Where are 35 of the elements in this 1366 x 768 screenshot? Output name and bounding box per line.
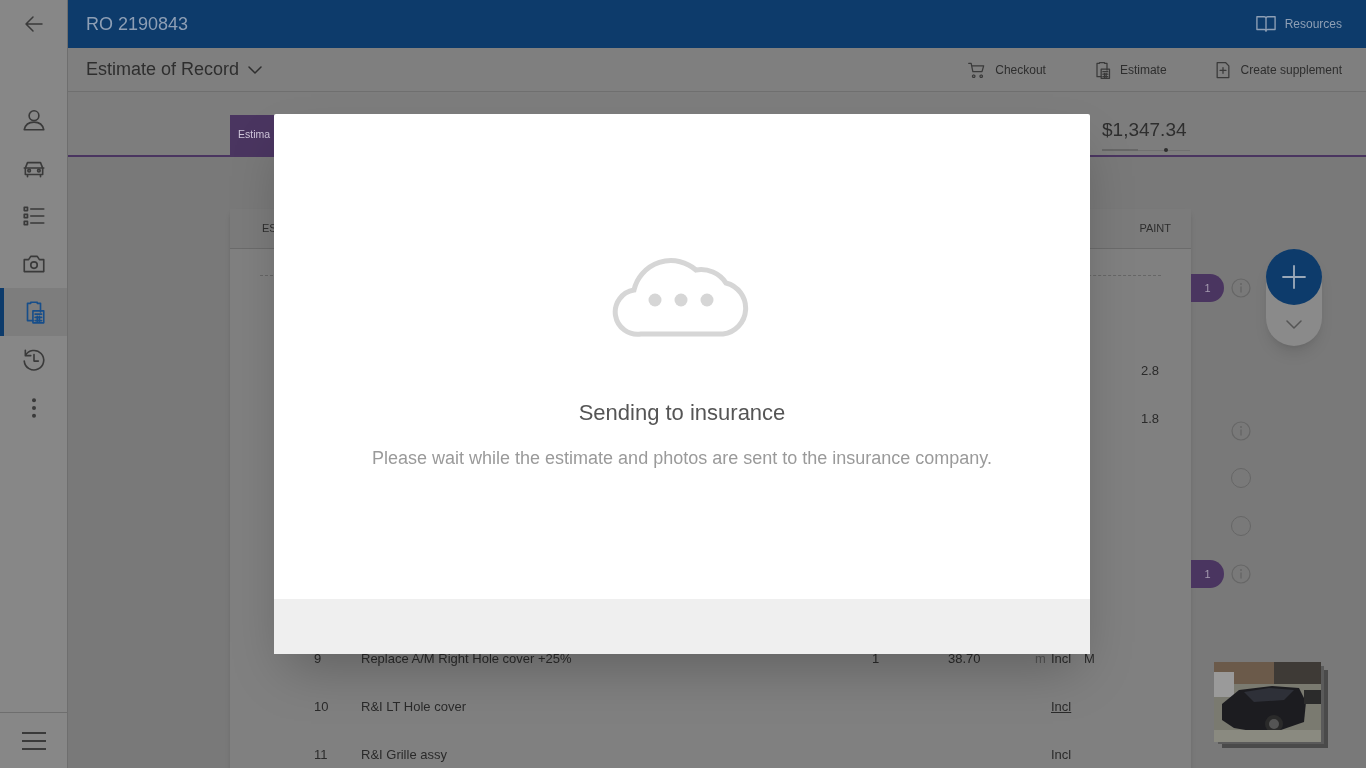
table-cell-text: R&I Grille assy xyxy=(361,746,447,765)
menu-icon[interactable] xyxy=(20,729,47,752)
person-icon xyxy=(20,107,47,133)
line-number: 9 xyxy=(314,650,322,669)
book-icon xyxy=(1254,14,1277,34)
table-cell-text: Incl xyxy=(1051,746,1072,765)
table-cell-text: R&I LT Hole cover xyxy=(361,698,466,717)
count-badge: 1 xyxy=(1191,560,1224,588)
table-cell-text: Incl xyxy=(1051,650,1072,669)
more-icon xyxy=(31,398,36,418)
table-cell-text: 1 xyxy=(872,650,880,669)
dialog-message: Please wait while the estimate and photos are sent to the insurance company. xyxy=(372,447,992,470)
table-cell-text: 1.8 xyxy=(1140,410,1159,429)
total-amount: $1,347.34 xyxy=(1102,117,1187,142)
toolbar-button[interactable]: Create supplement xyxy=(1212,59,1342,80)
column-header: PAINT xyxy=(1139,221,1171,237)
dialog-title: Sending to insurance xyxy=(578,399,786,427)
chevron-down-icon[interactable] xyxy=(1286,319,1302,331)
view-dropdown[interactable]: Estimate of Record xyxy=(86,56,264,83)
table-cell-text: M xyxy=(1084,650,1095,669)
table-cell-text: 38.70 xyxy=(948,650,981,669)
line-number: 10 xyxy=(314,698,329,717)
toolbar-button[interactable]: Estimate xyxy=(1091,59,1167,80)
page-title: RO 2190843 xyxy=(86,12,189,36)
line-number: 11 xyxy=(314,746,328,765)
count-badge: 1 xyxy=(1191,274,1224,302)
toolbar-button[interactable]: Checkout xyxy=(967,59,1046,80)
plus-icon xyxy=(1280,263,1308,291)
summary-tab[interactable]: Estima xyxy=(230,115,274,155)
add-button[interactable] xyxy=(1266,249,1322,305)
table-cell-text: Replace A/M Right Hole cover +25% xyxy=(361,650,572,669)
sidebar-item[interactable] xyxy=(0,288,67,336)
table-cell-text: 2.8 xyxy=(1140,362,1159,381)
resources-button[interactable]: Resources xyxy=(1254,14,1348,34)
labor-link[interactable]: Incl xyxy=(1051,697,1072,717)
